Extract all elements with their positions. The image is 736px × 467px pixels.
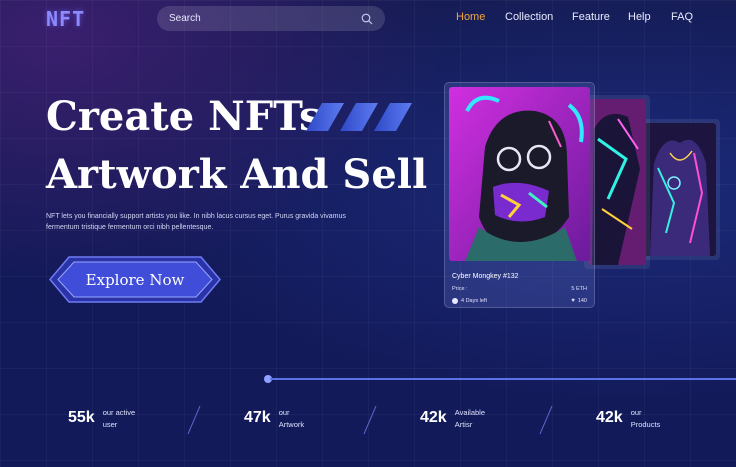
hero-title-line-2: Artwork And Sell [46, 151, 428, 198]
nav-item-faq[interactable]: FAQ [671, 11, 693, 23]
stat-value: 42k [596, 409, 623, 426]
stat-label: our Artwork [278, 408, 305, 429]
nav-item-home[interactable]: Home [456, 11, 485, 23]
divider-slash [539, 405, 553, 435]
stat-value: 55k [68, 409, 95, 426]
stat-active-users: 55k our active user [68, 405, 135, 431]
progress-line [270, 378, 736, 380]
search-icon[interactable] [361, 13, 373, 25]
divider-slash [187, 405, 201, 435]
nft-artwork-image [449, 87, 590, 261]
clock-icon [452, 298, 458, 304]
nav-item-help[interactable]: Help [628, 11, 651, 23]
decorative-stripes-icon [306, 103, 412, 131]
meta-row: 4 Days left ♥ 140 [452, 298, 587, 304]
stat-artwork: 47k our Artwork [244, 405, 304, 431]
nft-name: Cyber Mongkey #132 [452, 273, 519, 280]
like-count: 140 [577, 298, 587, 304]
stat-label: Available Artisr [454, 408, 486, 429]
search-bar[interactable]: Search [157, 6, 385, 31]
stat-value: 47k [244, 409, 271, 426]
nft-artwork-image [644, 123, 716, 256]
nft-artwork-image [588, 99, 646, 265]
price-row: Price : 5 ETH [452, 286, 587, 292]
stat-products: 42k our Products [596, 405, 660, 431]
nft-card-featured[interactable]: Cyber Mongkey #132 Price : 5 ETH 4 Days … [444, 82, 595, 308]
time-left: 4 Days left [461, 298, 487, 304]
hero-title-line-1: Create NFTs [46, 93, 322, 140]
divider-slash [363, 405, 377, 435]
price-value: 5 ETH [571, 286, 587, 292]
hero-description: NFT lets you financially support artists… [46, 213, 346, 231]
nav-item-feature[interactable]: Feature [572, 11, 610, 23]
explore-now-button[interactable]: Explore Now [49, 255, 221, 304]
stat-value: 42k [420, 409, 447, 426]
explore-now-label: Explore Now [85, 270, 185, 289]
heart-icon[interactable]: ♥ [571, 298, 575, 304]
stat-label: our Products [630, 408, 661, 429]
price-label: Price : [452, 286, 468, 292]
stat-label: our active user [102, 408, 136, 429]
search-input[interactable]: Search [169, 13, 361, 24]
nft-card-back-2[interactable] [640, 119, 720, 260]
brand-logo[interactable]: NFT [46, 7, 85, 31]
nav-item-collection[interactable]: Collection [505, 11, 553, 23]
stat-artists: 42k Available Artisr [420, 405, 485, 431]
